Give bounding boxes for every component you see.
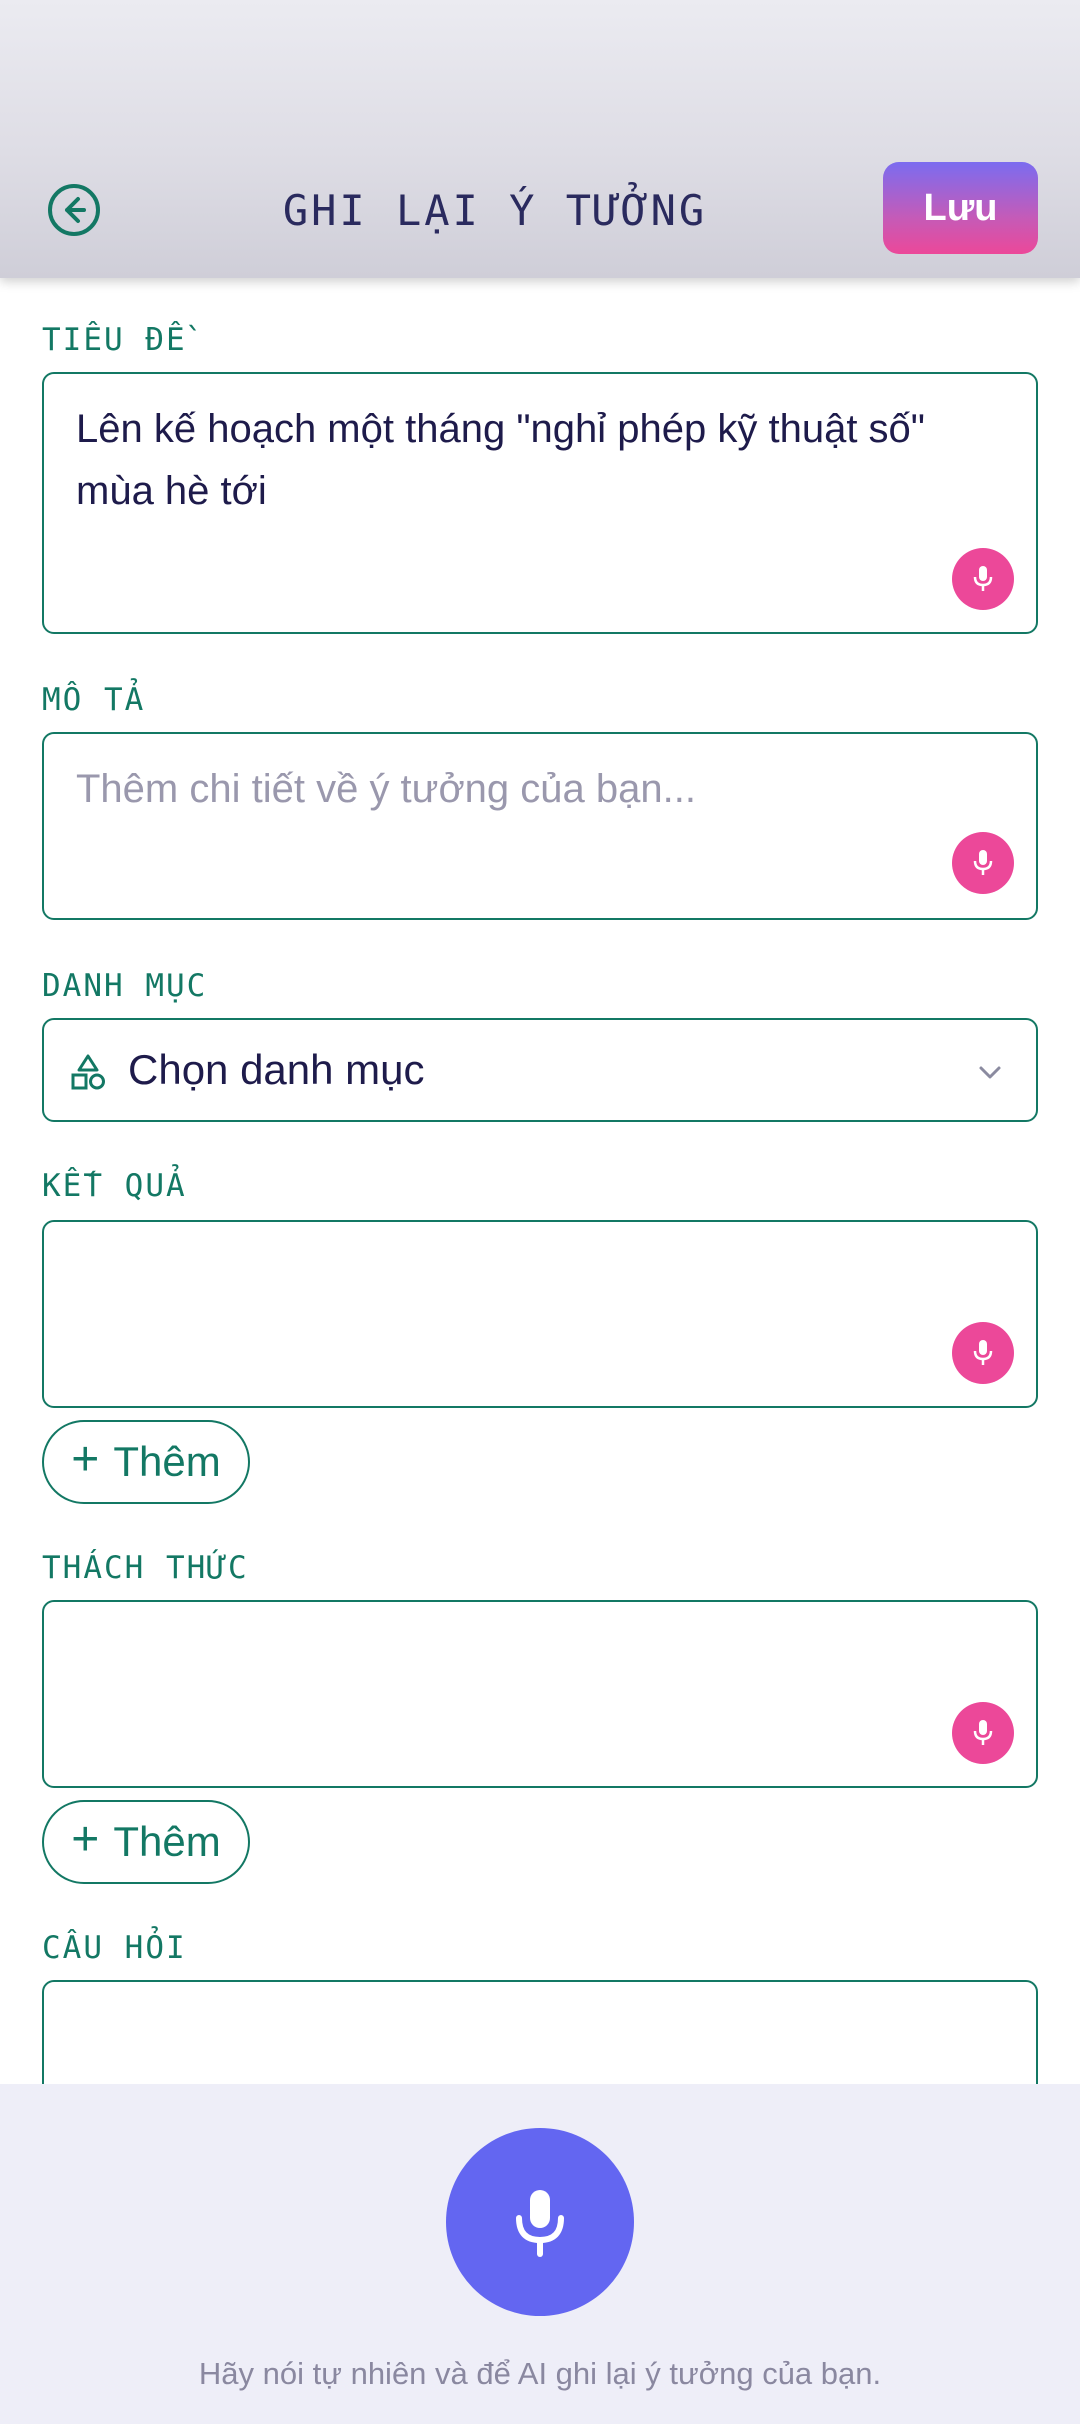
- mic-icon: [516, 2190, 564, 2257]
- mic-icon: [973, 850, 993, 875]
- mic-icon: [973, 1340, 993, 1365]
- category-label: DANH MỤC: [42, 968, 208, 1004]
- add-challenge-button[interactable]: + Thêm: [42, 1800, 250, 1884]
- challenges-field[interactable]: [42, 1600, 1038, 1788]
- category-select[interactable]: Chọn danh mục: [42, 1018, 1038, 1122]
- app-header: GHI LẠI Ý TƯỞNG Lưu: [0, 0, 1080, 278]
- description-field[interactable]: Thêm chi tiết về ý tưởng của bạn...: [42, 732, 1038, 920]
- voice-dock: Hãy nói tự nhiên và để AI ghi lại ý tưởn…: [0, 2084, 1080, 2424]
- results-field[interactable]: [42, 1220, 1038, 1408]
- title-label: TIÊU ĐỀ: [42, 322, 187, 358]
- results-mic-button[interactable]: [952, 1322, 1014, 1384]
- add-challenge-label: Thêm: [113, 1818, 221, 1865]
- back-button[interactable]: [44, 180, 104, 240]
- voice-record-button[interactable]: [446, 2128, 634, 2316]
- description-placeholder: Thêm chi tiết về ý tưởng của bạn...: [76, 767, 696, 811]
- add-result-button[interactable]: + Thêm: [42, 1420, 250, 1504]
- save-button[interactable]: Lưu: [883, 162, 1038, 254]
- description-label: MÔ TẢ: [42, 682, 146, 718]
- plus-icon: +: [71, 1433, 100, 1486]
- chevron-down-icon: [979, 1066, 1001, 1079]
- title-field[interactable]: Lên kế hoạch một tháng "nghỉ phép kỹ thu…: [42, 372, 1038, 634]
- challenges-mic-button[interactable]: [952, 1702, 1014, 1764]
- plus-icon: +: [71, 1813, 100, 1866]
- results-label: KẾT QUẢ: [42, 1168, 187, 1204]
- title-field-value: Lên kế hoạch một tháng "nghỉ phép kỹ thu…: [76, 407, 925, 513]
- arrow-left-circle-icon: [48, 184, 100, 236]
- add-result-label: Thêm: [113, 1438, 221, 1485]
- page-title: GHI LẠI Ý TƯỞNG: [282, 185, 708, 235]
- challenges-label: THÁCH THỨC: [42, 1550, 249, 1586]
- shapes-icon: [71, 1054, 105, 1090]
- mic-icon: [973, 1720, 993, 1745]
- mic-icon: [973, 566, 993, 591]
- category-select-value: Chọn danh mục: [128, 1046, 425, 1093]
- voice-hint: Hãy nói tự nhiên và để AI ghi lại ý tưởn…: [198, 2356, 882, 2391]
- title-mic-button[interactable]: [952, 548, 1014, 610]
- questions-label: CÂU HỎI: [42, 1930, 187, 1966]
- description-mic-button[interactable]: [952, 832, 1014, 894]
